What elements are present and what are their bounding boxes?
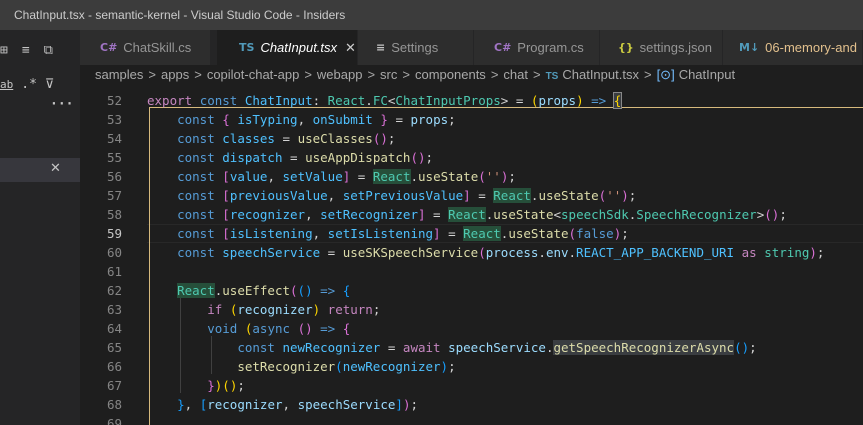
line-number: 63 bbox=[106, 302, 122, 317]
code-line: const [recognizer, setRecognizer] = Reac… bbox=[177, 207, 787, 222]
code-line: const { isTyping, onSubmit } = props; bbox=[177, 112, 456, 127]
line-number-current: 59 bbox=[106, 226, 122, 241]
line-number: 66 bbox=[106, 359, 122, 374]
line-number: 54 bbox=[106, 131, 122, 146]
breadcrumb-separator: > bbox=[148, 67, 157, 82]
line-number: 62 bbox=[106, 283, 122, 298]
list-view-icon[interactable]: ≡ bbox=[22, 43, 30, 58]
markdown-file-icon: M↓ bbox=[739, 41, 760, 54]
breadcrumb-components[interactable]: components bbox=[415, 67, 486, 82]
code-line: })(); bbox=[207, 378, 245, 393]
tab-program[interactable]: C# Program.cs bbox=[474, 30, 600, 65]
close-icon[interactable]: ✕ bbox=[50, 161, 61, 176]
code-line: const [value, setValue] = React.useState… bbox=[177, 169, 516, 184]
breadcrumb-separator: > bbox=[367, 67, 376, 82]
code-line: const newRecognizer = await speechServic… bbox=[237, 340, 757, 355]
line-number: 68 bbox=[106, 397, 122, 412]
editor-tabs: C# ChatSkill.cs TS ChatInput.tsx ✕ ≡ Set… bbox=[80, 30, 863, 65]
tab-label: ChatInput.tsx bbox=[260, 40, 338, 55]
tab-settings-json[interactable]: {} settings.json bbox=[600, 30, 723, 65]
code-line-current: const [isListening, setIsListening] = Re… bbox=[177, 226, 629, 241]
more-icon[interactable]: ··· bbox=[50, 97, 73, 112]
selected-result-row[interactable] bbox=[0, 158, 80, 182]
line-number: 69 bbox=[106, 416, 122, 425]
tab-label: settings.json bbox=[639, 40, 712, 55]
tab-settings[interactable]: ≡ Settings bbox=[358, 30, 474, 65]
breadcrumb-separator: > bbox=[304, 67, 312, 82]
tab-chatskill[interactable]: C# ChatSkill.cs bbox=[80, 30, 211, 65]
line-number: 58 bbox=[106, 207, 122, 222]
tab-label: ChatSkill.cs bbox=[123, 40, 192, 55]
typescript-file-icon: TS bbox=[545, 71, 559, 82]
line-number: 67 bbox=[106, 378, 122, 393]
breadcrumb-separator: > bbox=[532, 67, 541, 82]
filter-icon[interactable]: ⊽ bbox=[45, 77, 55, 92]
line-number: 57 bbox=[106, 188, 122, 203]
window-title: ChatInput.tsx - semantic-kernel - Visual… bbox=[0, 0, 863, 30]
tab-memory[interactable]: M↓ 06-memory-and bbox=[723, 30, 863, 65]
breadcrumb-src[interactable]: src bbox=[380, 67, 397, 82]
line-number: 60 bbox=[106, 245, 122, 260]
line-number: 56 bbox=[106, 169, 122, 184]
tab-label: 06-memory-and bbox=[765, 40, 857, 55]
line-number: 53 bbox=[106, 112, 122, 127]
code-line: const classes = useClasses(); bbox=[177, 131, 396, 146]
open-in-editor-icon[interactable]: ⧉ bbox=[44, 43, 53, 58]
breadcrumb-separator: > bbox=[643, 67, 652, 82]
tab-chatinput[interactable]: TS ChatInput.tsx ✕ bbox=[217, 30, 358, 65]
breadcrumb-separator: > bbox=[194, 67, 202, 82]
line-number: 55 bbox=[106, 150, 122, 165]
line-number: 64 bbox=[106, 321, 122, 336]
search-options: ab .* ⊽ bbox=[0, 74, 68, 94]
code-line: }, [recognizer, speechService]); bbox=[177, 397, 418, 412]
breadcrumb: samples > apps > copilot-chat-app > webapp > src… bbox=[80, 65, 863, 87]
tab-label: Program.cs bbox=[517, 40, 584, 55]
collapse-all-icon[interactable]: ⊞ bbox=[0, 43, 8, 58]
typescript-file-icon: TS bbox=[239, 41, 255, 54]
code-editor[interactable]: 52 53 54 55 56 57 58 59 60 61 62 63 64 6… bbox=[80, 87, 863, 425]
breadcrumb-chat[interactable]: chat bbox=[503, 67, 528, 82]
breadcrumb-separator: > bbox=[490, 67, 499, 82]
breadcrumb-separator: > bbox=[402, 67, 410, 82]
symbol-variable-icon: [⊙] bbox=[656, 67, 675, 82]
settings-file-icon: ≡ bbox=[376, 41, 386, 54]
breadcrumb-apps[interactable]: apps bbox=[161, 67, 189, 82]
code-area[interactable]: export const ChatInput: React.FC<ChatInp… bbox=[147, 87, 863, 425]
line-number: 61 bbox=[106, 264, 122, 279]
code-line: if (recognizer) return; bbox=[207, 302, 381, 317]
search-side-panel: ⊞ ≡ ⧉ ab .* ⊽ ··· ✕ bbox=[0, 30, 80, 425]
line-number: 65 bbox=[106, 340, 122, 355]
line-number: 52 bbox=[106, 93, 122, 108]
code-line: const speechService = useSKSpeechService… bbox=[177, 245, 825, 260]
close-tab-icon[interactable]: ✕ bbox=[345, 40, 356, 56]
csharp-file-icon: C# bbox=[494, 41, 512, 54]
breadcrumb-webapp[interactable]: webapp bbox=[317, 67, 363, 82]
code-line: React.useEffect(() => { bbox=[177, 283, 351, 298]
breadcrumb-samples[interactable]: samples bbox=[95, 67, 143, 82]
code-line: const [previousValue, setPreviousValue] … bbox=[177, 188, 637, 203]
breadcrumb-copilot-chat-app[interactable]: copilot-chat-app bbox=[207, 67, 300, 82]
line-number-gutter: 52 53 54 55 56 57 58 59 60 61 62 63 64 6… bbox=[80, 87, 142, 425]
code-line: export const ChatInput: React.FC<ChatInp… bbox=[147, 92, 623, 109]
breadcrumb-symbol[interactable]: ChatInput bbox=[679, 67, 735, 82]
csharp-file-icon: C# bbox=[100, 41, 118, 54]
json-file-icon: {} bbox=[618, 41, 634, 54]
search-toolbar: ⊞ ≡ ⧉ bbox=[0, 40, 67, 60]
code-line: setRecognizer(newRecognizer); bbox=[237, 359, 456, 374]
tab-label: Settings bbox=[391, 40, 439, 55]
code-line: void (async () => { bbox=[207, 321, 351, 336]
match-whole-word-icon[interactable]: ab bbox=[0, 78, 13, 91]
code-line: const dispatch = useAppDispatch(); bbox=[177, 150, 434, 165]
breadcrumb-file[interactable]: ChatInput.tsx bbox=[562, 67, 639, 82]
regex-icon[interactable]: .* bbox=[21, 77, 37, 92]
